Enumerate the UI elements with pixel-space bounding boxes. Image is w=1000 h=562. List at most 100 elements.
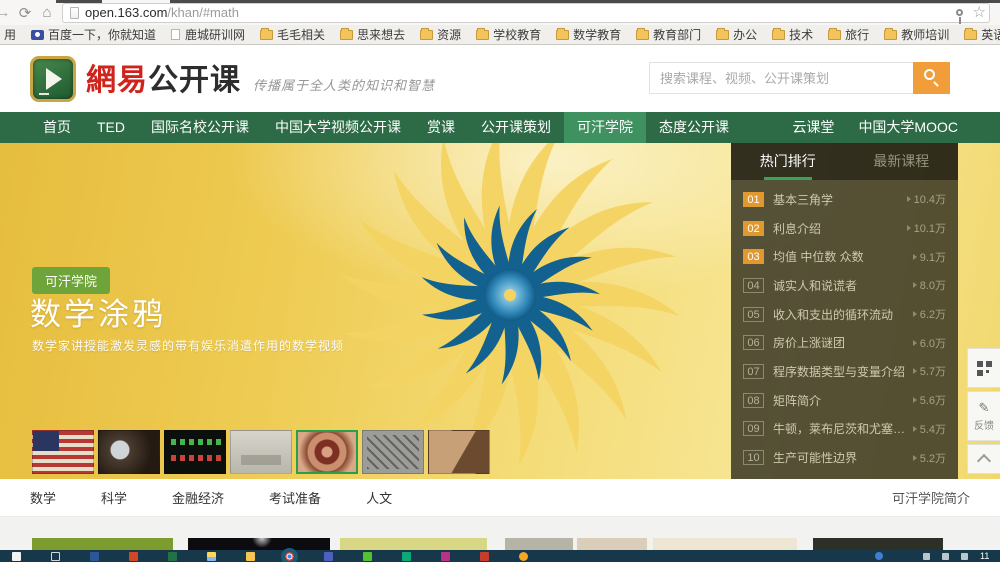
floating-widgets: ✎ 反馈 xyxy=(967,348,1000,477)
play-count-icon xyxy=(913,282,917,288)
chrome-icon[interactable] xyxy=(285,552,294,561)
ranking-item[interactable]: 08 矩阵简介 5.6万 xyxy=(743,392,946,409)
nav-item[interactable]: 公开课策划 xyxy=(468,112,564,143)
qr-code-button[interactable] xyxy=(967,348,1000,388)
bookmark-page[interactable]: 鹿城研训网 xyxy=(171,26,245,43)
site-tagline: 传播属于全人类的知识和智慧 xyxy=(253,75,435,99)
ranking-item[interactable]: 01 基本三角学 10.4万 xyxy=(743,191,946,208)
thumbnail-hands-drawing[interactable] xyxy=(428,430,490,474)
tab-hot-ranking[interactable]: 热门排行 xyxy=(731,143,845,180)
nav-item[interactable]: 首页 xyxy=(30,112,84,143)
ranking-item[interactable]: 09 牛顿，莱布尼茨和尤塞恩 ... 5.4万 xyxy=(743,420,946,437)
page-icon xyxy=(70,7,79,19)
play-count-icon xyxy=(913,311,917,317)
ranking-panel: 热门排行 最新课程 01 基本三角学 10.4万 02 利息介绍 10.1万 0… xyxy=(731,143,958,479)
view-count: 6.0万 xyxy=(913,335,946,351)
file-explorer-icon[interactable] xyxy=(207,552,216,561)
rank-badge: 06 xyxy=(743,335,764,350)
tab-latest-courses[interactable]: 最新课程 xyxy=(845,143,959,180)
bookmark-folder[interactable]: 教师培训 xyxy=(884,26,949,43)
bookmark-baidu[interactable]: 百度一下，你就知道 xyxy=(31,26,156,43)
tray-icon[interactable] xyxy=(961,553,968,560)
nav-item[interactable]: 国际名校公开课 xyxy=(138,112,262,143)
feedback-button[interactable]: ✎ 反馈 xyxy=(967,391,1000,441)
search-box xyxy=(649,62,950,94)
thumbnail-astronaut[interactable] xyxy=(98,430,160,474)
app-icon-magenta[interactable] xyxy=(441,552,450,561)
nav-item[interactable]: 中国大学视频公开课 xyxy=(262,112,414,143)
category-tab[interactable]: 科学 xyxy=(101,488,127,507)
search-button[interactable] xyxy=(913,62,950,94)
windows-taskbar: 11 xyxy=(0,550,1000,562)
bookmarks-bar: 用 百度一下，你就知道 鹿城研训网 毛毛相关 思来想去 资源 学校教育 xyxy=(0,25,1000,45)
bookmark-star-icon[interactable]: ☆ xyxy=(973,5,986,20)
bookmark-folder[interactable]: 思来想去 xyxy=(340,26,405,43)
rank-badge: 03 xyxy=(743,249,764,264)
ranking-item[interactable]: 06 房价上涨谜团 6.0万 xyxy=(743,334,946,351)
ie-icon[interactable] xyxy=(519,552,528,561)
powerpoint-icon[interactable] xyxy=(129,552,138,561)
category-tab[interactable]: 金融经济 xyxy=(172,488,224,507)
folder-icon[interactable] xyxy=(246,552,255,561)
thumbnail-stock-board[interactable] xyxy=(164,430,226,474)
nav-item-external[interactable]: 云课堂 xyxy=(780,112,846,143)
apps-shortcut[interactable]: 用 xyxy=(4,26,16,43)
category-tab[interactable]: 人文 xyxy=(366,488,392,507)
ranking-item[interactable]: 10 生产可能性边界 5.2万 xyxy=(743,449,946,466)
forward-icon[interactable]: → xyxy=(0,4,14,21)
bookmark-folder[interactable]: 教育部门 xyxy=(636,26,701,43)
logo-netease: 網易 xyxy=(86,55,148,99)
start-icon[interactable] xyxy=(12,552,21,561)
bookmark-folder[interactable]: 办公 xyxy=(716,26,757,43)
bookmark-folder[interactable]: 资源 xyxy=(420,26,461,43)
banner-thumbnails xyxy=(32,430,494,474)
bookmark-folder[interactable]: 学校教育 xyxy=(476,26,541,43)
khan-intro-link[interactable]: 可汗学院简介 xyxy=(892,488,970,507)
nautilus-spiral-artwork xyxy=(330,143,690,475)
site-logo[interactable]: 網易 公开课 传播属于全人类的知识和智慧 xyxy=(30,55,435,102)
play-count-icon xyxy=(913,368,917,374)
course-title: 矩阵简介 xyxy=(773,392,907,409)
tray-icon[interactable] xyxy=(923,553,930,560)
site-header: 網易 公开课 传播属于全人类的知识和智慧 xyxy=(0,45,1000,112)
course-title: 均值 中位数 众数 xyxy=(773,248,907,265)
ranking-item[interactable]: 07 程序数据类型与变量介绍 5.7万 xyxy=(743,363,946,380)
category-tab[interactable]: 考试准备 xyxy=(269,488,321,507)
category-tab[interactable]: 数学 xyxy=(30,488,56,507)
key-icon[interactable] xyxy=(956,9,963,16)
nav-item-external[interactable]: 中国大学MOOC xyxy=(846,112,970,143)
view-count: 5.6万 xyxy=(913,392,946,408)
address-bar[interactable]: open.163.com/khan/#math ☆ xyxy=(62,3,990,23)
app-icon-red[interactable] xyxy=(480,552,489,561)
system-tray: 11 xyxy=(875,551,1000,561)
network-globe-icon[interactable] xyxy=(875,552,883,560)
bookmark-folder[interactable]: 毛毛相关 xyxy=(260,26,325,43)
home-icon[interactable]: ⌂ xyxy=(36,4,58,21)
reload-icon[interactable]: ⟳ xyxy=(14,4,36,22)
ranking-item[interactable]: 02 利息介绍 10.1万 xyxy=(743,220,946,237)
bookmark-folder[interactable]: 英语学习 xyxy=(964,26,1000,43)
back-to-top-button[interactable] xyxy=(967,444,1000,474)
nav-item[interactable]: 可汗学院 xyxy=(564,112,646,143)
thumbnail-flag-liberty[interactable] xyxy=(32,430,94,474)
bookmark-folder[interactable]: 技术 xyxy=(772,26,813,43)
nav-item[interactable]: TED xyxy=(84,112,138,143)
thumbnail-spiral-fractal-selected[interactable] xyxy=(296,430,358,474)
tray-icon[interactable] xyxy=(942,553,949,560)
thumbnail-street-scene[interactable] xyxy=(230,430,292,474)
nav-item[interactable]: 赏课 xyxy=(414,112,468,143)
nav-item[interactable]: 态度公开课 xyxy=(646,112,742,143)
bookmark-folder[interactable]: 旅行 xyxy=(828,26,869,43)
word-icon[interactable] xyxy=(90,552,99,561)
app-icon-green[interactable] xyxy=(402,552,411,561)
teams-icon[interactable] xyxy=(324,552,333,561)
task-view-icon[interactable] xyxy=(51,552,60,561)
bookmark-folder[interactable]: 数学教育 xyxy=(556,26,621,43)
ranking-item[interactable]: 05 收入和支出的循环流动 6.2万 xyxy=(743,306,946,323)
ranking-item[interactable]: 03 均值 中位数 众数 9.1万 xyxy=(743,248,946,265)
search-input[interactable] xyxy=(649,62,913,94)
wechat-icon[interactable] xyxy=(363,552,372,561)
ranking-item[interactable]: 04 诚实人和说谎者 8.0万 xyxy=(743,277,946,294)
excel-icon[interactable] xyxy=(168,552,177,561)
thumbnail-math-doodles[interactable] xyxy=(362,430,424,474)
